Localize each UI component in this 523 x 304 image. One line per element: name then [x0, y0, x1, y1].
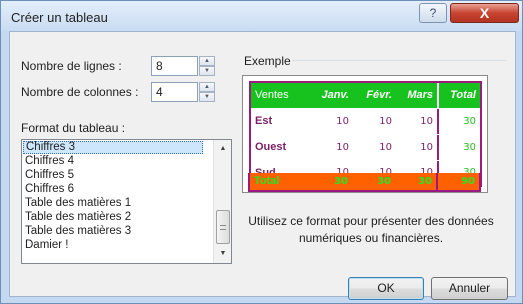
- footer-row: Total 30 30 30 90: [248, 173, 481, 192]
- header-cell: Janv.: [307, 83, 353, 108]
- total-cell: 30: [437, 135, 480, 160]
- format-description: Utilisez ce format pour présenter des do…: [248, 214, 494, 245]
- dialog-window: Créer un tableau ? X Nombre de lignes : …: [0, 0, 523, 304]
- footer-label: Total: [250, 173, 306, 190]
- ok-button[interactable]: OK: [348, 277, 424, 300]
- cols-input[interactable]: [151, 82, 198, 102]
- header-cell: Mars: [396, 83, 437, 108]
- list-item[interactable]: Table des matières 1: [23, 197, 203, 210]
- preview-divider: [292, 60, 506, 61]
- list-item[interactable]: Chiffres 5: [23, 169, 203, 182]
- list-scrollbar[interactable]: ▲ ▼: [213, 140, 231, 263]
- title-bar[interactable]: Créer un tableau ? X: [1, 1, 522, 31]
- preview-table: Ventes Janv. Févr. Mars Total Est 10 10 …: [249, 81, 482, 187]
- table-cell: 10: [379, 116, 392, 127]
- table-cell: 10: [420, 116, 433, 127]
- table-cell: 10: [336, 116, 349, 127]
- format-label: Format du tableau :: [21, 121, 126, 135]
- cancel-button[interactable]: Annuler: [431, 277, 508, 300]
- header-cell: Total: [437, 83, 480, 108]
- row-label: Ouest: [255, 141, 287, 153]
- table-cell: 10: [336, 142, 349, 153]
- rows-down-icon[interactable]: ▼: [199, 66, 215, 76]
- format-listbox[interactable]: Chiffres 3 Chiffres 4 Chiffres 5 Chiffre…: [21, 139, 232, 264]
- footer-total-cell: 90: [436, 173, 479, 190]
- help-button[interactable]: ?: [419, 3, 447, 23]
- row-label: Est: [255, 115, 273, 127]
- header-cell: Févr.: [353, 83, 396, 108]
- cols-down-icon[interactable]: ▼: [199, 92, 215, 102]
- cols-up-icon[interactable]: ▲: [199, 82, 215, 92]
- rows-input[interactable]: [151, 56, 198, 76]
- list-item[interactable]: Chiffres 4: [23, 155, 203, 168]
- table-cell: 10: [420, 142, 433, 153]
- list-item[interactable]: Chiffres 3: [23, 141, 203, 154]
- table-cell: 10: [379, 142, 392, 153]
- list-item[interactable]: Table des matières 3: [23, 225, 203, 238]
- dialog-body: Nombre de lignes : ▲ ▼ Nombre de colonne…: [9, 31, 516, 300]
- grip-icon: [220, 225, 226, 230]
- cols-label: Nombre de colonnes :: [21, 85, 139, 99]
- footer-cell: 30: [352, 173, 395, 190]
- total-cell: 30: [437, 109, 480, 134]
- scroll-down-icon[interactable]: ▼: [216, 247, 230, 261]
- rows-stepper[interactable]: ▲ ▼: [151, 56, 217, 76]
- header-cell: Ventes: [251, 83, 307, 108]
- footer-cell: 30: [306, 173, 352, 190]
- dialog-title: Créer un tableau: [11, 10, 108, 25]
- rows-up-icon[interactable]: ▲: [199, 56, 215, 66]
- preview-label: Exemple: [244, 54, 291, 68]
- list-item[interactable]: Damier !: [23, 239, 203, 252]
- list-item[interactable]: Table des matières 2: [23, 211, 203, 224]
- list-item[interactable]: Chiffres 6: [23, 183, 203, 196]
- close-button[interactable]: X: [450, 3, 519, 23]
- cols-stepper[interactable]: ▲ ▼: [151, 82, 217, 102]
- footer-cell: 30: [395, 173, 436, 190]
- scroll-up-icon[interactable]: ▲: [216, 142, 230, 156]
- scroll-thumb[interactable]: [216, 210, 230, 244]
- rows-label: Nombre de lignes :: [21, 59, 122, 73]
